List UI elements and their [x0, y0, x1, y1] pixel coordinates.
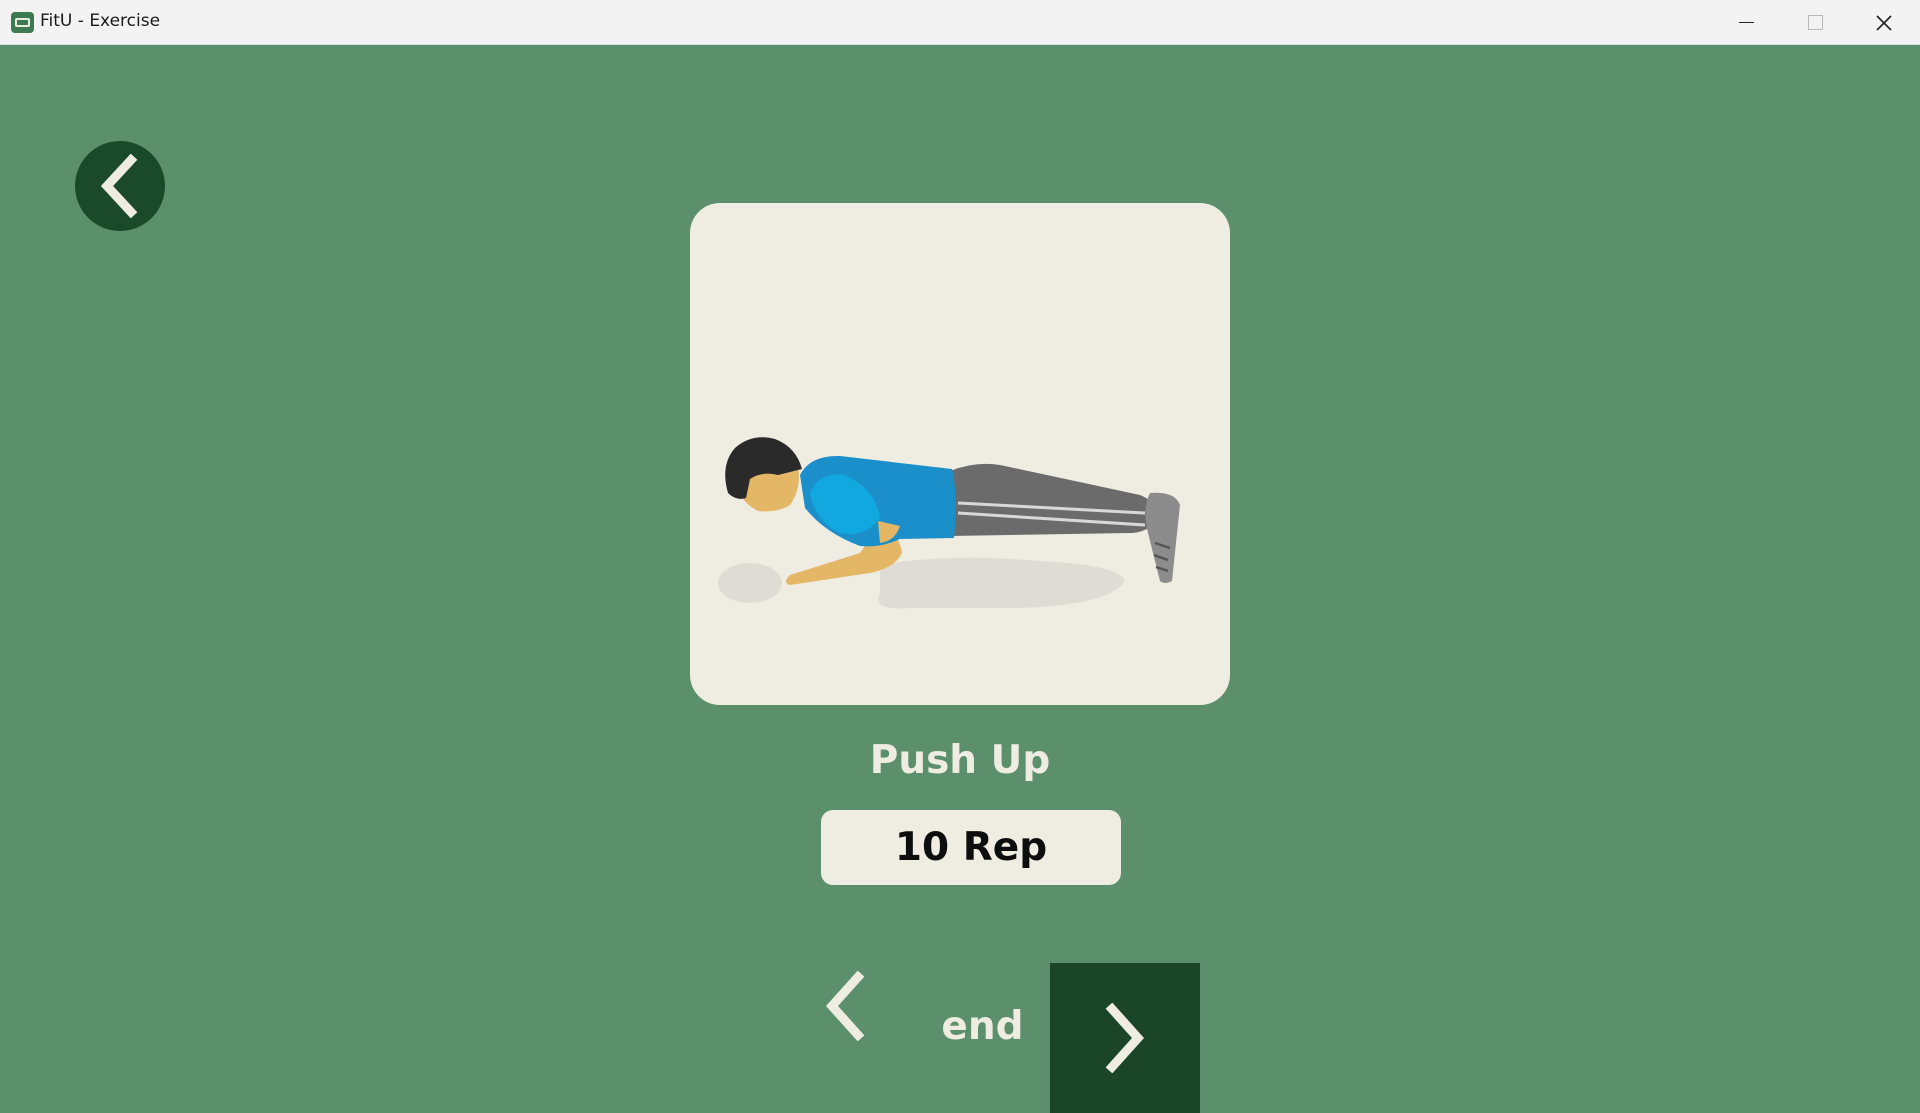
app-logo-icon	[11, 12, 34, 33]
next-exercise-button[interactable]	[1050, 963, 1200, 1113]
maximize-button[interactable]	[1781, 0, 1849, 45]
chevron-left-icon	[100, 154, 138, 218]
minimize-icon	[1738, 21, 1754, 24]
status-label: end	[941, 1004, 1024, 1049]
close-button[interactable]	[1850, 0, 1918, 45]
rep-count-box: 10 Rep	[821, 810, 1121, 885]
minimize-button[interactable]	[1712, 0, 1780, 45]
previous-exercise-button[interactable]	[805, 956, 885, 1056]
exercise-image-card	[690, 203, 1230, 705]
window-title: FitU - Exercise	[40, 11, 161, 31]
exercise-name: Push Up	[869, 738, 1051, 783]
push-up-illustration	[718, 437, 1180, 609]
exercise-screen: Push Up 10 Rep end	[0, 46, 1920, 1113]
back-button[interactable]	[75, 141, 165, 231]
chevron-right-icon	[1105, 1003, 1145, 1073]
maximize-icon	[1807, 15, 1823, 30]
chevron-left-icon	[825, 971, 865, 1041]
rep-count-label: 10 Rep	[894, 825, 1048, 870]
window-titlebar: FitU - Exercise	[0, 0, 1920, 45]
close-icon	[1876, 14, 1892, 31]
